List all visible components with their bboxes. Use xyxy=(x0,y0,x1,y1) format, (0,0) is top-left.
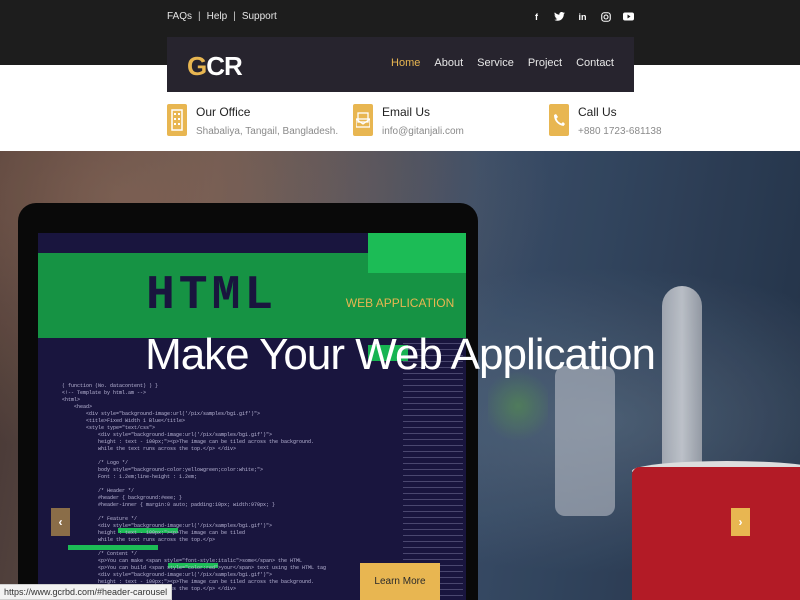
nav-item-home[interactable]: Home xyxy=(391,57,420,69)
nav-item-service[interactable]: Service xyxy=(477,57,514,69)
carousel-prev-button[interactable]: ‹ xyxy=(51,508,70,536)
instagram-icon[interactable] xyxy=(600,11,611,22)
chevron-left-icon: ‹ xyxy=(58,515,63,529)
separator: | xyxy=(233,11,236,22)
help-link[interactable]: Help xyxy=(207,11,228,22)
site-logo[interactable]: GCR xyxy=(187,51,243,82)
email-icon xyxy=(353,104,373,136)
linkedin-icon[interactable]: in xyxy=(577,11,588,22)
phone-number[interactable]: +880 1723-681138 xyxy=(578,126,662,137)
faqs-link[interactable]: FAQs xyxy=(167,11,192,22)
carousel-next-button[interactable]: › xyxy=(731,508,750,536)
browser-status-url: https://www.gcrbd.com/#header-carousel xyxy=(0,584,173,600)
email-title: Email Us xyxy=(382,105,431,119)
nav-item-project[interactable]: Project xyxy=(528,57,562,69)
call-info: Call Us +880 1723-681138 xyxy=(549,104,662,137)
social-links: f in xyxy=(531,11,634,22)
email-info: Email Us info@gitanjali.com xyxy=(353,104,464,137)
office-info: Our Office Shabaliya, Tangail, Banglades… xyxy=(167,104,338,137)
phone-icon xyxy=(549,104,569,136)
learn-more-button[interactable]: Learn More xyxy=(360,563,440,600)
email-address[interactable]: info@gitanjali.com xyxy=(382,126,464,137)
nav-item-contact[interactable]: Contact xyxy=(576,57,614,69)
nav-menu: Home About Service Project Contact xyxy=(391,57,614,69)
nav-item-about[interactable]: About xyxy=(434,57,463,69)
top-links: FAQs | Help | Support xyxy=(167,11,277,22)
building-icon xyxy=(167,104,187,136)
hero-headline: Make Your Web Application xyxy=(145,330,656,379)
call-title: Call Us xyxy=(578,105,617,119)
facebook-icon[interactable]: f xyxy=(531,11,542,22)
separator: | xyxy=(198,11,201,22)
office-address: Shabaliya, Tangail, Bangladesh. xyxy=(196,126,339,137)
main-navbar: GCR Home About Service Project Contact xyxy=(167,37,634,92)
chevron-right-icon: › xyxy=(738,515,743,529)
twitter-icon[interactable] xyxy=(554,11,565,22)
office-title: Our Office xyxy=(196,105,251,119)
support-link[interactable]: Support xyxy=(242,11,277,22)
youtube-icon[interactable] xyxy=(623,11,634,22)
hero-kicker: WEB APPLICATION xyxy=(345,296,455,310)
